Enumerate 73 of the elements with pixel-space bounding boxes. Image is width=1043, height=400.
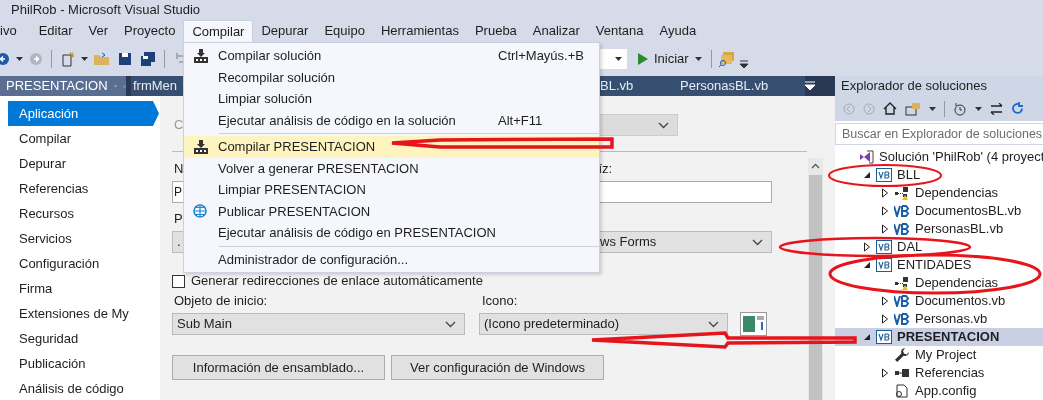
menu-item[interactable]: Limpiar PRESENTACION [184,179,599,201]
menu-item[interactable]: Ayuda [651,20,705,42]
menu-item[interactable]: ivo [0,20,31,42]
menu-item[interactable]: Ejecutar análisis de código en la solución Alt+F11 [184,109,599,131]
tree-label: Dependencias [915,187,999,199]
tree-row[interactable]: Referencias [835,364,1043,382]
tree-row[interactable]: PersonasBL.vb [835,220,1043,238]
tree-label: DAL [897,241,923,253]
tree-label: Referencias [915,367,985,379]
sidebar-item[interactable]: Configuración [8,251,159,276]
checkbox-label: Generar redirecciones de enlace automáticamente [191,272,483,291]
tree-row[interactable]: Dependencias [835,274,1043,292]
window-title: PhilRob - Microsoft Visual Studio [11,1,201,20]
select-field[interactable]: (Icono predeterminado) [479,313,728,335]
tree-row[interactable]: Dependencias [835,184,1043,202]
tree-row[interactable]: PRESENTACION [835,328,1043,346]
tree-row[interactable]: App.config [835,382,1043,400]
field-label: Icono: [482,292,518,311]
menu-item[interactable]: Ventana [587,20,652,42]
tree-label: BLL [897,169,921,181]
document-tab[interactable]: PersonasBL.vb [665,76,805,96]
tree-label: Documentos.vb [915,295,1006,307]
field-label: N [174,160,184,179]
menu-item[interactable]: Prueba [466,20,525,42]
tree-label: ENTIDADES [897,259,972,271]
panel-title: Explorador de soluciones [841,77,987,96]
tree-label: DocumentosBL.vb [915,205,1022,217]
tree-label: Dependencias [915,277,999,289]
menu-item[interactable]: Proyecto [116,20,184,42]
sidebar-item[interactable]: Recursos [8,201,159,226]
field-label: P [174,210,183,229]
tree-row[interactable]: Documentos.vb [835,292,1043,310]
search-field[interactable]: Buscar en Explorador de soluciones [835,123,1043,145]
shortcut-label: Alt+F11 [498,111,543,130]
menu-item[interactable]: Compilar [183,20,254,42]
tree-row[interactable]: My Project [835,346,1043,364]
menu-item[interactable]: Ver [80,20,117,42]
sidebar-item[interactable]: Extensiones de My [8,301,159,326]
menu-item[interactable]: Volver a generar PRESENTACION [184,157,599,179]
menu-item[interactable]: Publicar PRESENTACION [184,200,599,222]
menu-item[interactable]: Compilar solución Ctrl+Mayús.+B [184,45,599,67]
menu-item[interactable]: Herramientas [372,20,467,42]
tree-row[interactable]: BLL [835,166,1043,184]
tree-row[interactable]: ENTIDADES [835,256,1043,274]
tree-label: My Project [915,349,977,361]
tree-row[interactable]: DocumentosBL.vb [835,202,1043,220]
sidebar-item[interactable]: Publicación [8,351,159,376]
form-button[interactable]: Información de ensamblado... [172,355,385,380]
start-button[interactable]: Iniciar [635,48,705,70]
shortcut-label: Ctrl+Mayús.+B [498,47,584,65]
tree-label: PersonasBL.vb [915,223,1004,235]
sidebar-item[interactable]: Compilar [8,126,159,151]
tree-row[interactable]: Personas.vb [835,310,1043,328]
tree-label: App.config [915,385,977,397]
menu-item[interactable]: Equipo [316,20,373,42]
sidebar-item[interactable]: Análisis de código [8,376,159,400]
menu-item[interactable]: Analizar [524,20,588,42]
menu-item[interactable]: Depurar [253,20,317,42]
tree-label: PRESENTACION [897,331,1000,343]
menu-item[interactable]: Editar [30,20,81,42]
sidebar-item[interactable]: Aplicación [8,101,159,126]
field-label: íz: [598,160,613,179]
form-button[interactable]: Ver configuración de Windows [391,355,604,380]
sidebar-item[interactable]: Referencias [8,176,159,201]
field-label: C [174,116,184,135]
select-field[interactable]: Sub Main [172,313,465,335]
sidebar-item[interactable]: Seguridad [8,326,159,351]
tree-label: Personas.vb [915,313,988,325]
sidebar-item[interactable]: Depurar [8,151,159,176]
sidebar-item[interactable]: Firma [8,276,159,301]
sidebar-item[interactable]: Servicios [8,226,159,251]
field-label: Objeto de inicio: [174,292,269,311]
tree-row[interactable]: DAL [835,238,1043,256]
